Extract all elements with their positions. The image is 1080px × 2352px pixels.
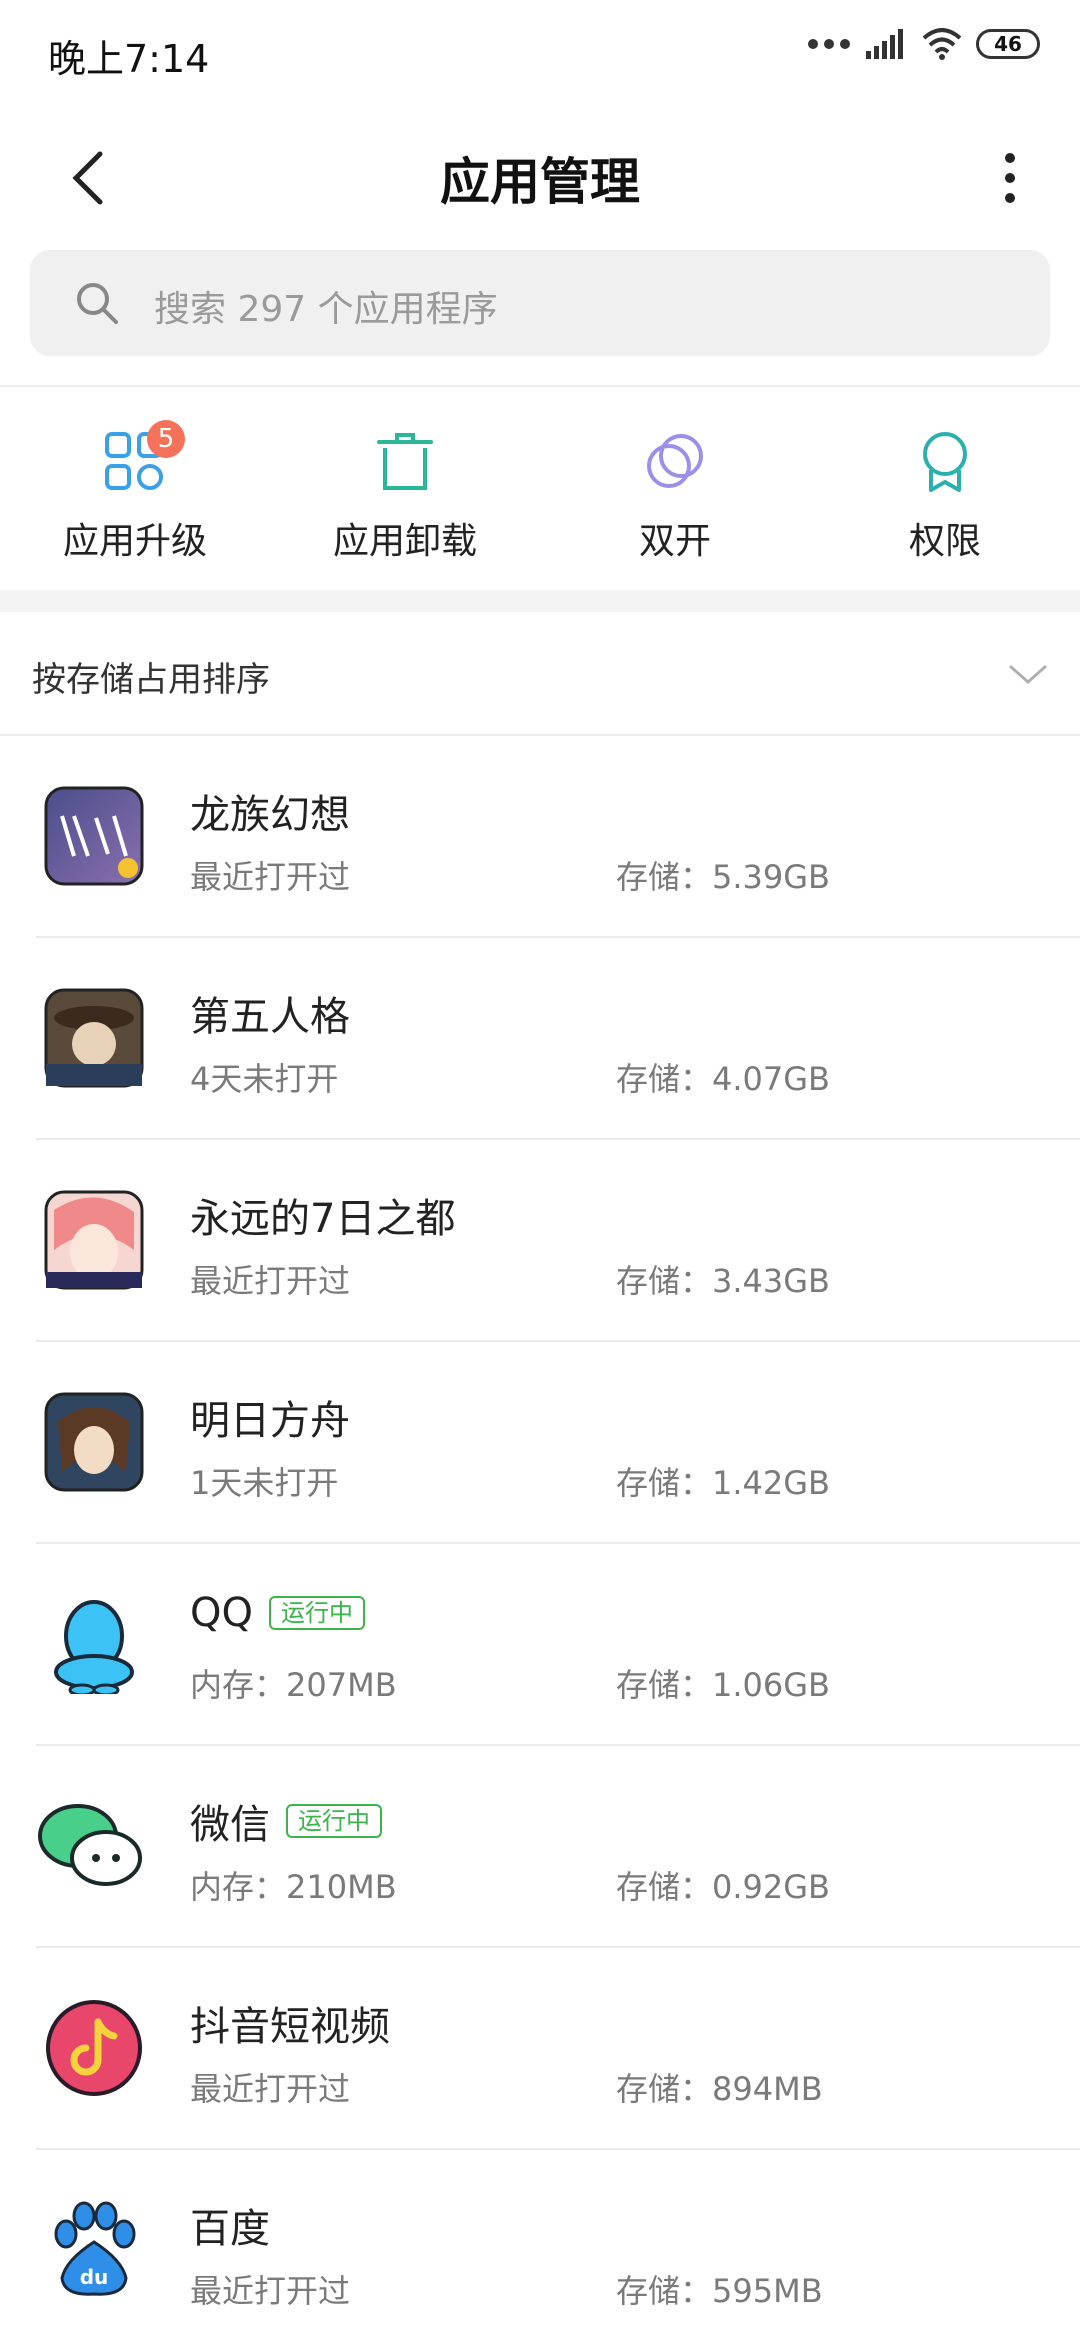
quick-actions: 5 应用升级 应用卸载 双开 权限 (0, 420, 1080, 590)
more-notifications-icon (808, 39, 850, 49)
app-last-used: 1天未打开 (190, 1464, 339, 1502)
ribbon-badge-icon (913, 430, 977, 494)
quick-action-label: 应用卸载 (332, 521, 477, 562)
app-storage: 存储：4.07GB (616, 1060, 831, 1098)
dragon-raja-app-icon (44, 786, 144, 886)
list-item[interactable]: du 百度 最近打开过 存储：595MB (0, 2150, 1080, 2352)
app-list: 龙族幻想 最近打开过 存储：5.39GB 第五人格 4天未打开 存储：4.07G… (0, 736, 1080, 2352)
app-name-row: 微信 运行中 (190, 1792, 382, 1850)
app-last-used: 最近打开过 (190, 2070, 351, 2108)
app-storage: 存储：0.92GB (616, 1868, 831, 1906)
list-item[interactable]: 第五人格 4天未打开 存储：4.07GB (0, 938, 1080, 1140)
nav-bar: 应用管理 (0, 120, 1080, 230)
app-name: 明日方舟 (190, 1398, 350, 1444)
section-separator (0, 590, 1080, 612)
trash-icon (373, 430, 437, 494)
permissions-button[interactable]: 权限 (810, 420, 1080, 590)
app-update-button[interactable]: 5 应用升级 (0, 420, 270, 590)
search-placeholder: 搜索 297 个应用程序 (154, 289, 498, 330)
sort-dropdown[interactable]: 按存储占用排序 (0, 612, 1080, 734)
identity-v-app-icon (44, 988, 144, 1088)
app-name-row: 永远的7日之都 (190, 1186, 455, 1244)
dual-apps-button[interactable]: 双开 (540, 420, 810, 590)
app-name-row: 抖音短视频 (190, 1994, 390, 2052)
app-name-row: 百度 (190, 2196, 270, 2254)
app-last-used: 4天未打开 (190, 1060, 339, 1098)
app-storage: 存储：595MB (616, 2272, 823, 2310)
list-item[interactable]: 龙族幻想 最近打开过 存储：5.39GB (0, 736, 1080, 938)
running-badge: 运行中 (268, 1596, 365, 1630)
app-uninstall-button[interactable]: 应用卸载 (270, 420, 540, 590)
arknights-app-icon (44, 1392, 144, 1492)
app-storage: 存储：3.43GB (616, 1262, 831, 1300)
app-memory: 内存：210MB (190, 1868, 397, 1906)
app-name-row: 明日方舟 (190, 1388, 350, 1446)
list-item[interactable]: 抖音短视频 最近打开过 存储：894MB (0, 1948, 1080, 2150)
app-name: QQ (190, 1590, 253, 1636)
list-item[interactable]: 明日方舟 1天未打开 存储：1.42GB (0, 1342, 1080, 1544)
list-item[interactable]: QQ 运行中 内存：207MB 存储：1.06GB (0, 1544, 1080, 1746)
svg-text:du: du (80, 2265, 109, 2289)
search-icon (77, 283, 118, 324)
status-icons: 46 (808, 28, 1040, 60)
quick-action-label: 双开 (638, 521, 711, 562)
list-item[interactable]: 永远的7日之都 最近打开过 存储：3.43GB (0, 1140, 1080, 1342)
app-name: 第五人格 (190, 994, 350, 1040)
app-name-row: 龙族幻想 (190, 782, 350, 840)
app-name: 微信 (190, 1802, 270, 1848)
update-count-badge: 5 (147, 420, 185, 458)
app-name: 百度 (190, 2206, 270, 2252)
quick-action-label: 权限 (908, 521, 981, 562)
signal-icon (866, 29, 903, 59)
battery-icon: 46 (976, 29, 1040, 59)
running-badge: 运行中 (286, 1804, 382, 1838)
app-name-row: 第五人格 (190, 984, 350, 1042)
divider (0, 385, 1080, 387)
search-input[interactable]: 搜索 297 个应用程序 (30, 250, 1050, 356)
app-last-used: 最近打开过 (190, 2272, 351, 2310)
wechat-app-icon (38, 1804, 142, 1886)
app-storage: 存储：1.06GB (616, 1666, 831, 1704)
app-last-used: 最近打开过 (190, 858, 351, 896)
app-name: 龙族幻想 (190, 792, 350, 838)
seven-days-to-end-app-icon (44, 1190, 144, 1290)
app-storage: 存储：5.39GB (616, 858, 831, 896)
status-bar: 晚上7:14 46 (0, 0, 1080, 100)
quick-action-label: 应用升级 (62, 521, 207, 562)
wifi-icon (922, 28, 962, 60)
more-options-button[interactable] (990, 148, 1030, 208)
chevron-down-icon (1009, 664, 1047, 685)
list-item[interactable]: 微信 运行中 内存：210MB 存储：0.92GB (0, 1746, 1080, 1948)
grid-apps-icon: 5 (103, 420, 185, 494)
app-storage: 存储：894MB (616, 2070, 823, 2108)
sort-label: 按存储占用排序 (32, 660, 270, 700)
app-memory: 内存：207MB (190, 1666, 397, 1704)
app-name-row: QQ 运行中 (190, 1590, 365, 1636)
baidu-paw-app-icon: du (54, 2201, 136, 2296)
app-name: 抖音短视频 (190, 2004, 390, 2050)
app-storage: 存储：1.42GB (616, 1464, 831, 1502)
qq-app-icon (54, 1600, 134, 1694)
app-name: 永远的7日之都 (190, 1196, 456, 1242)
page-title: 应用管理 (440, 153, 640, 211)
status-time: 晚上7:14 (48, 37, 210, 81)
douyin-app-icon (46, 2000, 142, 2096)
dual-circles-icon (643, 430, 707, 494)
app-last-used: 最近打开过 (190, 1262, 351, 1300)
